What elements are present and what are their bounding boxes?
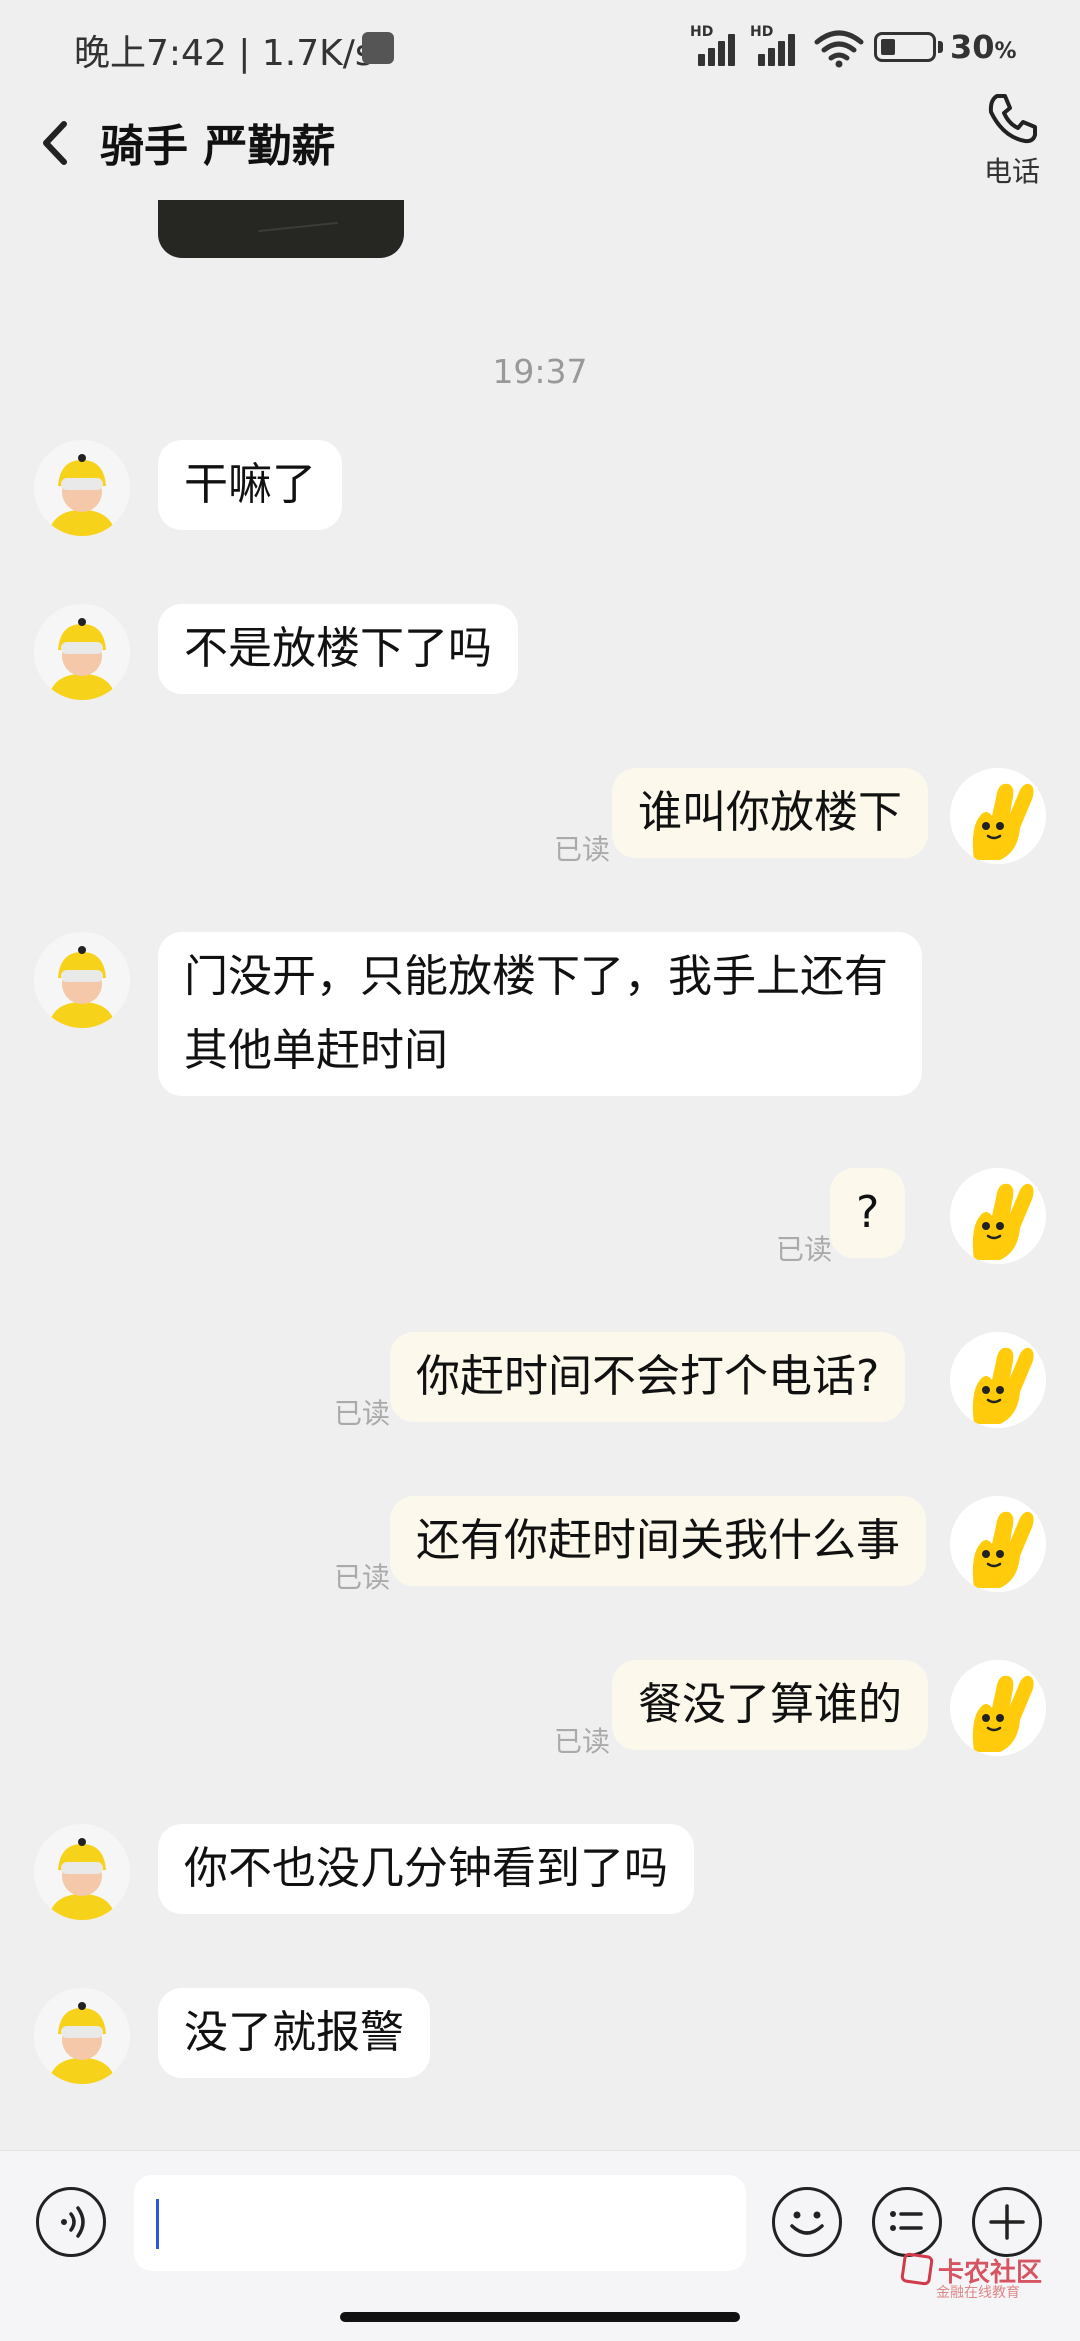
rider-avatar[interactable]	[34, 1988, 130, 2084]
user-avatar[interactable]	[950, 1660, 1046, 1756]
home-indicator[interactable]	[340, 2312, 740, 2322]
wifi-icon	[814, 30, 864, 68]
chat-header: 骑手 严勤薪 电话	[0, 90, 1080, 200]
signal-icon: HD	[750, 24, 802, 66]
message-bubble[interactable]: 你赶时间不会打个电话?	[390, 1332, 906, 1422]
read-receipt: 已读	[334, 1561, 391, 1594]
read-receipt: 已读	[554, 1725, 611, 1758]
user-avatar[interactable]	[950, 1496, 1046, 1592]
image-message[interactable]	[158, 200, 404, 258]
hd-label: HD	[750, 24, 774, 40]
rider-avatar[interactable]	[34, 932, 130, 1028]
notification-icon	[362, 32, 394, 64]
message-bubble[interactable]: 不是放楼下了吗	[158, 604, 518, 694]
message-timestamp: 19:37	[492, 352, 588, 391]
message-bubble[interactable]: 没了就报警	[158, 1988, 430, 2078]
read-receipt: 已读	[776, 1233, 833, 1266]
message-bubble[interactable]: 干嘛了	[158, 440, 342, 530]
user-avatar[interactable]	[950, 1332, 1046, 1428]
list-icon	[890, 2211, 923, 2231]
watermark-subtext: 金融在线教育	[936, 2285, 1020, 2301]
rider-avatar[interactable]	[34, 440, 130, 536]
message-bubble[interactable]: ?	[830, 1168, 906, 1258]
emoji-button[interactable]	[772, 2187, 842, 2257]
user-avatar[interactable]	[950, 768, 1046, 864]
plus-icon	[989, 2204, 1025, 2240]
watermark-logo-icon	[900, 2252, 934, 2286]
chevron-left-icon[interactable]	[30, 108, 78, 178]
message-bubble[interactable]: 还有你赶时间关我什么事	[390, 1496, 926, 1586]
text-caret	[156, 2199, 159, 2249]
message-bubble[interactable]: 餐没了算谁的	[612, 1660, 928, 1750]
quick-reply-button[interactable]	[872, 2187, 942, 2257]
hd-label: HD	[690, 24, 714, 40]
more-button[interactable]	[972, 2187, 1042, 2257]
read-receipt: 已读	[554, 833, 611, 866]
voice-button[interactable]	[36, 2187, 106, 2257]
message-bubble[interactable]: 谁叫你放楼下	[612, 768, 928, 858]
message-bubble[interactable]: 你不也没几分钟看到了吗	[158, 1824, 694, 1914]
voice-icon	[61, 2206, 85, 2238]
status-bar: 晚上7:42 | 1.7K/s HD HD 30%	[0, 0, 1080, 90]
phone-button[interactable]: 电话	[972, 90, 1052, 200]
signal-icon: HD	[690, 24, 742, 66]
user-avatar[interactable]	[950, 1168, 1046, 1264]
phone-icon	[988, 94, 1037, 144]
rider-avatar[interactable]	[34, 1824, 130, 1920]
emoji-icon	[790, 2211, 824, 2235]
status-time-speed: 晚上7:42 | 1.7K/s	[74, 33, 374, 74]
battery-percent: 30%	[950, 28, 1017, 66]
battery-icon	[874, 32, 936, 62]
phone-label: 电话	[983, 155, 1040, 188]
message-input[interactable]	[134, 2175, 746, 2271]
message-bubble[interactable]: 门没开，只能放楼下了，我手上还有其他单赶时间	[158, 932, 922, 1096]
chat-title: 骑手 严勤薪	[100, 121, 336, 172]
rider-avatar[interactable]	[34, 604, 130, 700]
read-receipt: 已读	[334, 1397, 391, 1430]
